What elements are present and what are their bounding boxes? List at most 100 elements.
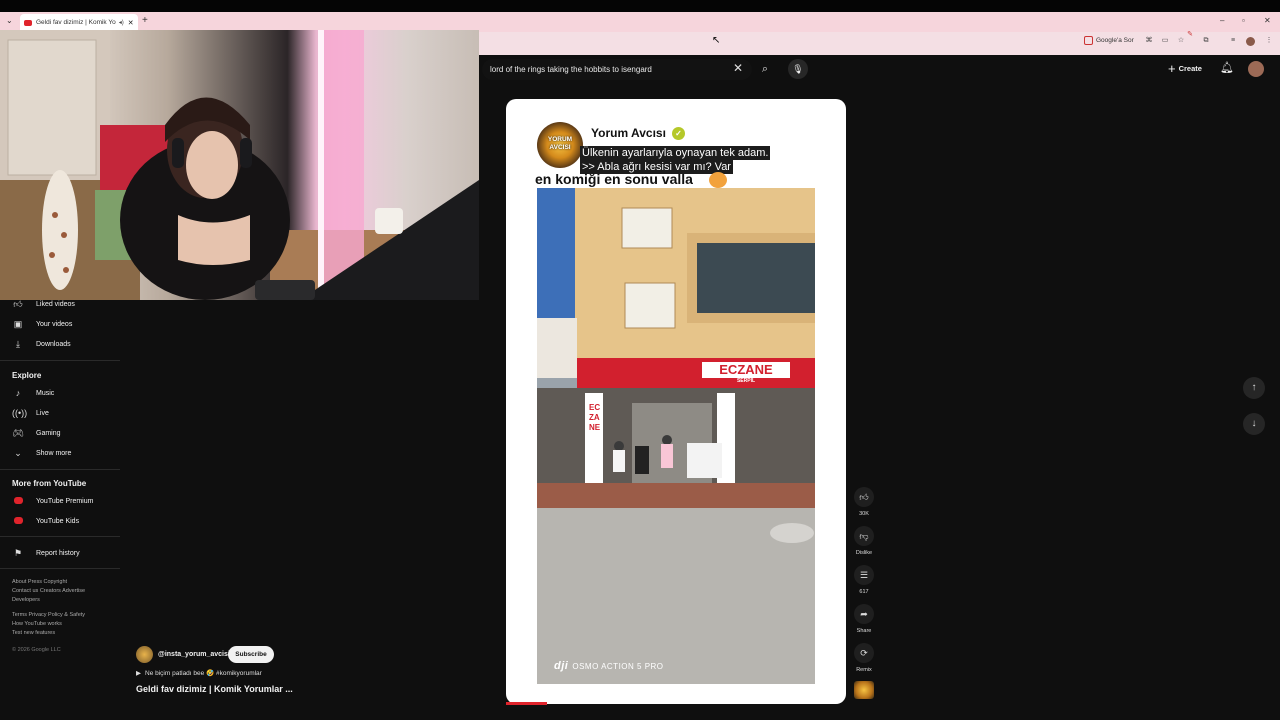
channel-avatar[interactable] bbox=[136, 646, 153, 663]
footer-links-4[interactable]: Terms Privacy Policy & Safety bbox=[12, 611, 122, 620]
explore-heading: Explore bbox=[12, 371, 42, 380]
sidebar-item-label: Report history bbox=[36, 549, 80, 557]
tab-list-chevron-icon[interactable]: ⌄ bbox=[6, 16, 13, 25]
sidebar-item-youtube-premium[interactable]: YouTube Premium bbox=[12, 492, 93, 510]
footer-links-6[interactable]: Test new features bbox=[12, 629, 122, 638]
sidebar-item-report-history[interactable]: ⚑ Report history bbox=[12, 544, 80, 562]
sidebar-item-gaming[interactable]: 🎮︎ Gaming bbox=[12, 424, 61, 442]
footer-links-3[interactable]: Developers bbox=[12, 596, 122, 605]
thumbs-down-icon: 👎︎ bbox=[859, 531, 869, 541]
new-tab-button[interactable]: + bbox=[142, 15, 148, 26]
footer-links-2[interactable]: Contact us Creators Advertise bbox=[12, 587, 122, 596]
verified-check-icon: ✓ bbox=[671, 126, 685, 140]
search-query: lord of the rings taking the hobbits to … bbox=[490, 65, 652, 74]
google-lens-icon bbox=[1084, 36, 1093, 45]
caption-channel-logo: YORUM AVCISI bbox=[537, 122, 583, 168]
watermark-text: OSMO ACTION 5 PRO bbox=[572, 662, 664, 671]
sidebar-divider bbox=[0, 469, 120, 470]
search-icon[interactable]: ⌕ bbox=[755, 60, 775, 78]
top-border bbox=[0, 0, 1280, 12]
caption-channel-name: Yorum Avcısı ✓ bbox=[591, 126, 685, 140]
street-scene bbox=[537, 188, 815, 684]
sidebar-item-liked-videos[interactable]: 👍︎ Liked videos bbox=[12, 295, 75, 313]
sidebar-item-downloads[interactable]: ⤓ Downloads bbox=[12, 335, 71, 353]
create-label: Create bbox=[1178, 64, 1202, 73]
bookmark-star-icon[interactable]: ☆ bbox=[1177, 37, 1185, 45]
subscribe-button[interactable]: Subscribe bbox=[228, 646, 274, 663]
sidebar-divider bbox=[0, 360, 120, 361]
channel-handle[interactable]: @insta_yorum_avcisi bbox=[158, 651, 230, 658]
play-square-icon: ▣ bbox=[13, 318, 23, 329]
logo-text: YORUM AVCISI bbox=[547, 136, 573, 151]
cast-icon[interactable]: ▭ bbox=[1161, 37, 1169, 45]
thumbs-up-icon: 👍︎ bbox=[13, 298, 23, 309]
dislike-label: Dislike bbox=[855, 550, 873, 556]
sidebar-divider bbox=[0, 536, 120, 537]
mouse-cursor-icon: ↖ bbox=[712, 35, 721, 46]
close-tab-icon[interactable]: ✕ bbox=[128, 19, 134, 27]
microphone-icon[interactable]: 🎙 bbox=[788, 59, 808, 79]
gamepad-icon: 🎮︎ bbox=[12, 427, 24, 438]
profile-avatar[interactable] bbox=[1246, 37, 1255, 46]
dislike-button[interactable]: 👎︎ bbox=[854, 526, 874, 546]
youtube-favicon-icon bbox=[24, 19, 32, 26]
camera-watermark: dji OSMO ACTION 5 PRO bbox=[554, 660, 664, 672]
downloads-icon[interactable]: ≡ bbox=[1229, 37, 1237, 45]
more-menu-icon[interactable]: ⋮ bbox=[1265, 37, 1273, 45]
pharmacy-subsign: SERPİL bbox=[736, 378, 756, 384]
sidebar-item-label: Your videos bbox=[36, 320, 73, 328]
remix-button[interactable]: ⟳ bbox=[854, 643, 874, 663]
short-description[interactable]: ▶ Ne biçim patladı bee 🤣 #komikyorumlar bbox=[136, 669, 262, 677]
sidebar-item-label: Live bbox=[36, 409, 49, 417]
audio-thumbnail[interactable] bbox=[854, 681, 874, 699]
pharmacy-vertical-sign: ECZANE bbox=[589, 403, 601, 432]
share-button[interactable]: ➦ bbox=[854, 604, 874, 624]
footer-links-5[interactable]: How YouTube works bbox=[12, 620, 122, 629]
share-arrow-icon: ➦ bbox=[860, 609, 868, 619]
maximize-icon[interactable]: ▫ bbox=[1242, 16, 1245, 25]
previous-short-button[interactable]: ↑ bbox=[1243, 377, 1265, 399]
create-button[interactable]: + Create bbox=[1168, 61, 1202, 76]
sidebar-item-label: Show more bbox=[36, 449, 72, 457]
like-count: 30K bbox=[859, 511, 869, 517]
comments-button[interactable]: ☰ bbox=[854, 565, 874, 585]
extensions-icon[interactable]: ⧉ bbox=[1202, 37, 1210, 45]
sidebar-item-youtube-kids[interactable]: YouTube Kids bbox=[12, 512, 79, 530]
translate-icon[interactable]: ⌘ bbox=[1145, 37, 1153, 45]
sidebar-divider bbox=[0, 568, 120, 569]
sidebar-item-your-videos[interactable]: ▣ Your videos bbox=[12, 315, 73, 333]
sidebar-item-label: Gaming bbox=[36, 429, 61, 437]
arrow-up-icon: ↑ bbox=[1251, 382, 1257, 393]
tab-title: Geldi fav dizimiz | Komik Yo bbox=[36, 19, 116, 26]
browser-tab[interactable]: Geldi fav dizimiz | Komik Yo ◂) ✕ bbox=[20, 14, 138, 31]
video-frame[interactable]: ECZANE SERPİL ECZANE bbox=[537, 188, 815, 684]
speaker-icon[interactable]: ◂) bbox=[119, 19, 124, 26]
caption-line-1: Ülkenin ayarlarıyla oynayan tek adam. bbox=[580, 146, 771, 160]
extension-badge-icon[interactable]: ✎ bbox=[1186, 31, 1194, 39]
search-input[interactable]: lord of the rings taking the hobbits to … bbox=[482, 59, 752, 80]
youtube-premium-icon bbox=[12, 496, 24, 506]
sidebar-item-music[interactable]: ♪ Music bbox=[12, 384, 55, 402]
browser-toolbar bbox=[479, 32, 1280, 55]
chevron-down-icon: ⌄ bbox=[14, 447, 22, 458]
dji-logo: dji bbox=[554, 660, 569, 672]
clear-search-icon[interactable]: ✕ bbox=[733, 61, 743, 75]
video-title[interactable]: Geldi fav dizimiz | Komik Yorumlar ... bbox=[136, 684, 293, 694]
youtube-kids-icon bbox=[12, 516, 24, 526]
close-window-icon[interactable]: ✕ bbox=[1264, 16, 1271, 25]
comment-count: 617 bbox=[859, 589, 869, 595]
remix-label: Remix bbox=[856, 667, 872, 673]
playback-progress-bar[interactable] bbox=[506, 702, 547, 705]
copyright: © 2026 Google LLC bbox=[12, 647, 61, 653]
next-short-button[interactable]: ↓ bbox=[1243, 413, 1265, 435]
sidebar-item-show-more[interactable]: ⌄ Show more bbox=[12, 444, 71, 462]
footer-links-1[interactable]: About Press Copyright bbox=[12, 578, 122, 587]
google-ask-button[interactable]: Google'a Sor bbox=[1084, 36, 1134, 45]
comment-icon: ☰ bbox=[859, 570, 869, 580]
minimize-icon[interactable]: – bbox=[1220, 16, 1224, 25]
account-avatar[interactable] bbox=[1248, 61, 1264, 77]
like-button[interactable]: 👍︎ bbox=[854, 487, 874, 507]
sidebar-item-live[interactable]: ((•)) Live bbox=[12, 404, 49, 422]
notifications-bell-icon[interactable]: 🔔︎ bbox=[1220, 61, 1234, 74]
remix-icon: ⟳ bbox=[860, 648, 868, 658]
